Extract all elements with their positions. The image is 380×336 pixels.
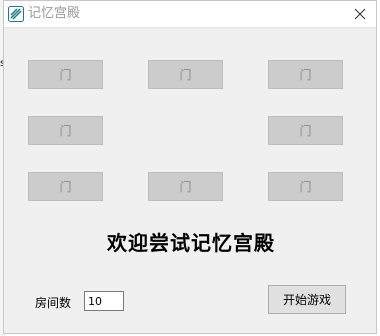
welcome-heading: 欢迎尝试记忆宫殿 bbox=[107, 231, 275, 255]
close-button[interactable] bbox=[348, 3, 372, 25]
app-window: 记忆宫殿 门 门 门 门 门 门 门 门 欢迎尝试记忆宫殿 房间数 开始游戏 bbox=[3, 0, 377, 334]
start-game-button[interactable]: 开始游戏 bbox=[268, 285, 346, 314]
title-bar[interactable]: 记忆宫殿 bbox=[4, 1, 376, 28]
door-button-5[interactable]: 门 bbox=[268, 116, 343, 145]
door-button-8[interactable]: 门 bbox=[268, 172, 343, 201]
room-count-label: 房间数 bbox=[35, 296, 72, 310]
door-button-4[interactable]: 门 bbox=[28, 116, 103, 145]
close-icon bbox=[354, 5, 366, 24]
door-button-7[interactable]: 门 bbox=[148, 172, 223, 201]
door-button-1[interactable]: 门 bbox=[28, 60, 103, 89]
window-title: 记忆宫殿 bbox=[28, 6, 81, 21]
room-count-input[interactable] bbox=[84, 291, 124, 311]
app-logo-icon bbox=[8, 6, 24, 22]
door-button-6[interactable]: 门 bbox=[28, 172, 103, 201]
door-button-2[interactable]: 门 bbox=[148, 60, 223, 89]
door-button-3[interactable]: 门 bbox=[268, 60, 343, 89]
